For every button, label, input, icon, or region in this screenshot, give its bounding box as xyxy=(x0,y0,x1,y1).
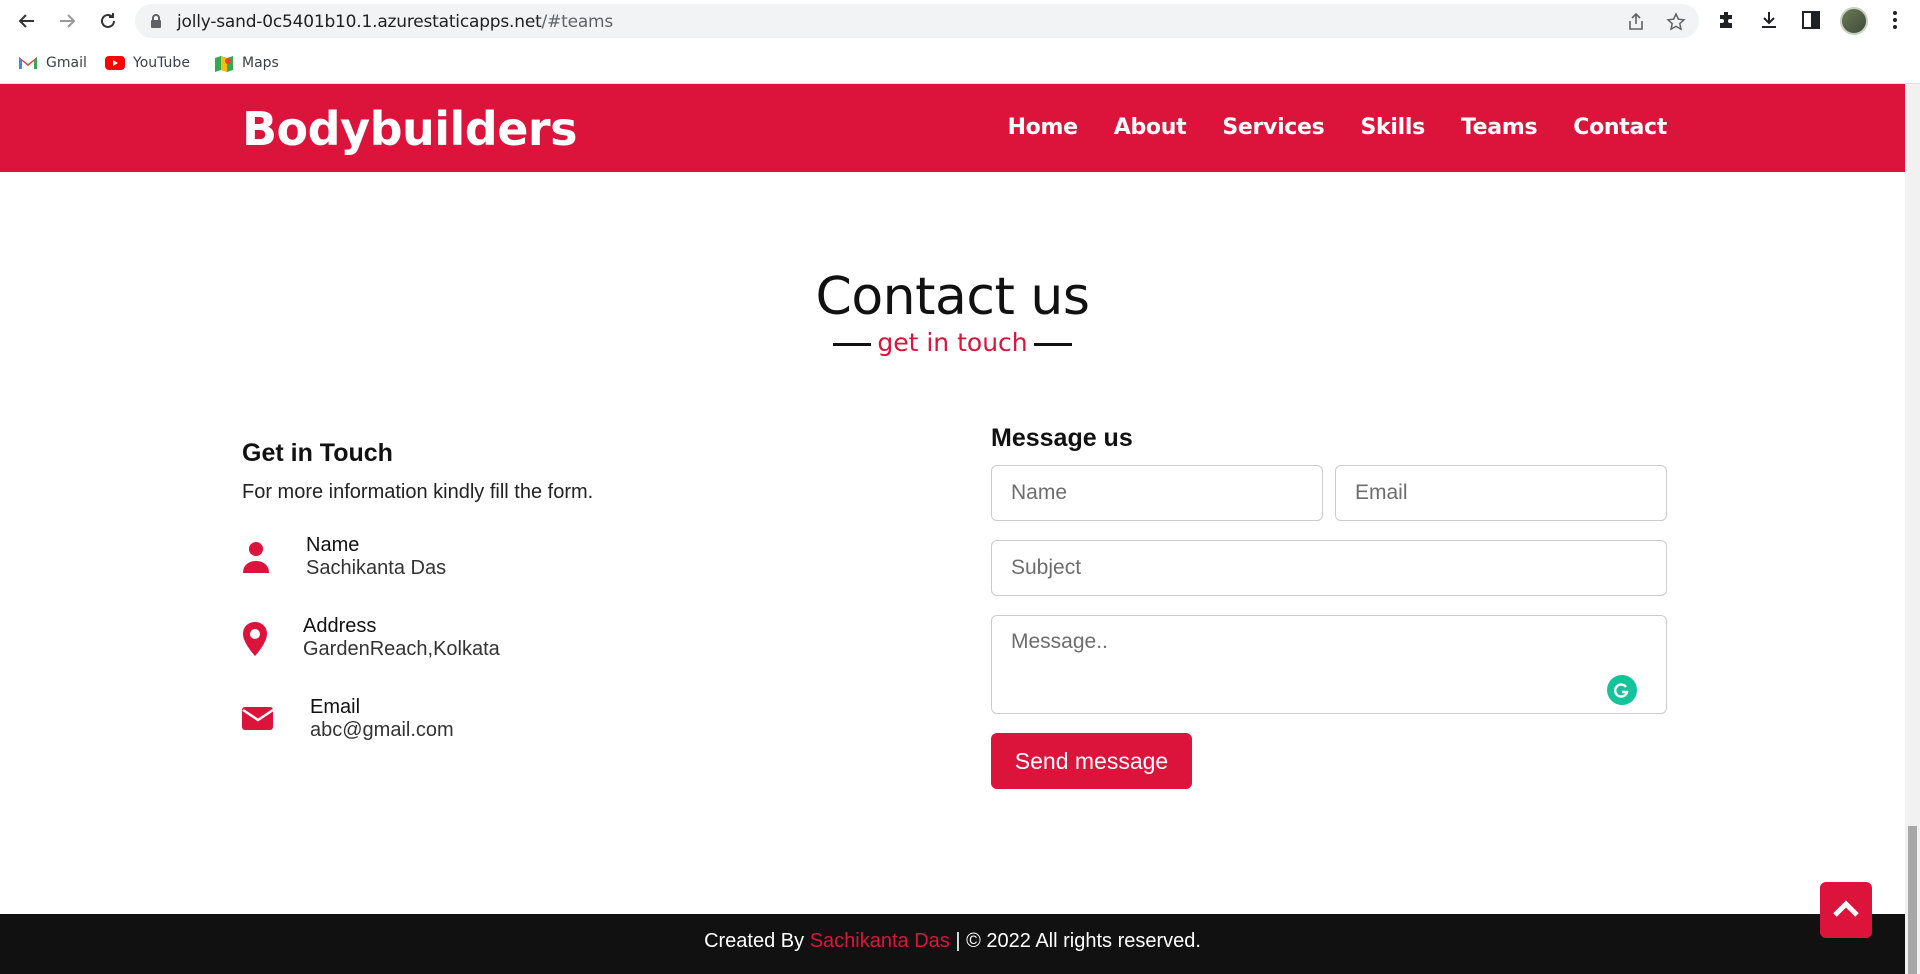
reload-icon[interactable] xyxy=(96,9,120,33)
message-textarea[interactable] xyxy=(991,615,1667,714)
bookmark-maps[interactable]: Maps xyxy=(214,52,279,74)
contact-label: Email xyxy=(310,696,361,718)
scrollbar-thumb[interactable] xyxy=(1908,826,1917,974)
contact-value: Sachikanta Das xyxy=(306,557,447,579)
bookmark-label: Gmail xyxy=(46,55,87,71)
lock-icon xyxy=(149,13,163,34)
site-logo[interactable]: Bodybuilders xyxy=(242,102,577,156)
contact-label: Address xyxy=(303,615,377,637)
subtitle-text: get in touch xyxy=(877,328,1028,357)
nav-link-contact[interactable]: Contact xyxy=(1573,115,1667,140)
nav-menu: Home About Services Skills Teams Contact xyxy=(1008,115,1668,140)
get-in-touch-heading: Get in Touch xyxy=(242,439,393,467)
section-title: Contact us xyxy=(815,267,1090,327)
grammarly-icon[interactable] xyxy=(1607,675,1637,705)
extensions-icon[interactable] xyxy=(1716,9,1740,33)
nav-link-home[interactable]: Home xyxy=(1008,115,1078,140)
url-text: jolly-sand-0c5401b10.1.azurestaticapps.n… xyxy=(177,12,613,32)
youtube-icon xyxy=(105,55,125,71)
url-host: jolly-sand-0c5401b10.1.azurestaticapps.n… xyxy=(177,12,542,32)
page-viewport: Bodybuilders Home About Services Skills … xyxy=(0,84,1905,974)
envelope-icon xyxy=(242,702,274,738)
browser-toolbar: jolly-sand-0c5401b10.1.azurestaticapps.n… xyxy=(0,0,1920,42)
subtitle-divider xyxy=(833,342,872,346)
side-panel-icon[interactable] xyxy=(1800,9,1824,33)
scroll-to-top-button[interactable] xyxy=(1820,882,1872,938)
email-input[interactable] xyxy=(1335,465,1667,521)
address-bar[interactable]: jolly-sand-0c5401b10.1.azurestaticapps.n… xyxy=(135,4,1699,38)
get-in-touch-text: For more information kindly fill the for… xyxy=(242,481,594,503)
user-icon xyxy=(242,540,272,576)
bookmark-label: Maps xyxy=(242,55,279,71)
footer-copyright: | © 2022 All rights reserved. xyxy=(955,930,1201,952)
map-pin-icon xyxy=(242,621,272,657)
message-us-heading: Message us xyxy=(991,424,1133,452)
contact-label: Name xyxy=(306,534,360,556)
gmail-icon xyxy=(18,55,38,71)
bookmark-youtube[interactable]: YouTube xyxy=(105,52,190,74)
chevron-up-icon xyxy=(1832,898,1860,923)
site-footer: Created By Sachikanta Das | © 2022 All r… xyxy=(0,914,1905,974)
contact-value: abc@gmail.com xyxy=(310,719,454,741)
back-icon[interactable] xyxy=(15,9,39,33)
maps-icon xyxy=(214,55,234,72)
profile-avatar[interactable] xyxy=(1840,7,1868,35)
url-path: /#teams xyxy=(541,12,614,32)
name-input[interactable] xyxy=(991,465,1323,521)
bookmark-label: YouTube xyxy=(133,55,190,71)
nav-link-about[interactable]: About xyxy=(1114,115,1187,140)
star-icon[interactable] xyxy=(1666,12,1686,32)
bookmarks-bar: Gmail YouTube Maps xyxy=(0,42,1920,84)
subject-input[interactable] xyxy=(991,540,1667,596)
section-subtitle: get in touch xyxy=(0,328,1905,357)
send-message-button[interactable]: Send message xyxy=(991,733,1192,789)
nav-link-services[interactable]: Services xyxy=(1222,115,1324,140)
contact-value: GardenReach,Kolkata xyxy=(303,638,500,660)
share-icon[interactable] xyxy=(1626,12,1646,32)
subtitle-divider xyxy=(1033,342,1072,346)
bookmark-gmail[interactable]: Gmail xyxy=(18,52,87,74)
nav-link-teams[interactable]: Teams xyxy=(1461,115,1538,140)
forward-icon[interactable] xyxy=(55,9,79,33)
download-icon[interactable] xyxy=(1758,9,1782,33)
footer-author-link[interactable]: Sachikanta Das xyxy=(810,930,950,952)
nav-link-skills[interactable]: Skills xyxy=(1360,115,1425,140)
site-navbar: Bodybuilders Home About Services Skills … xyxy=(0,84,1905,172)
footer-prefix: Created By xyxy=(704,930,805,952)
menu-dots-icon[interactable] xyxy=(1884,9,1908,33)
